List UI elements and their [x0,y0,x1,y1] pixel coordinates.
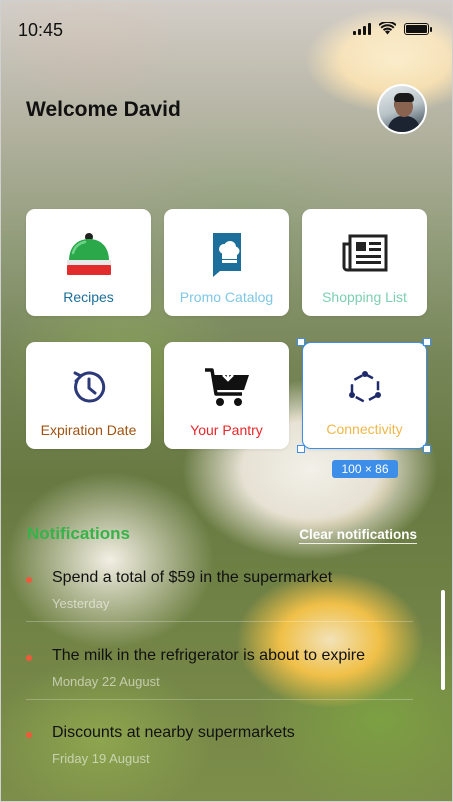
avatar[interactable] [377,84,427,134]
hexagon-connect-icon [347,365,383,411]
notification-text: Discounts at nearby supermarkets [52,724,295,741]
dimension-badge: 100 × 86 [332,460,398,478]
notification-date: Friday 19 August [52,751,150,766]
selection-handle[interactable] [297,338,305,346]
tile-expiration-date[interactable]: Expiration Date [26,342,151,449]
tile-label: Shopping List [322,289,407,305]
shopping-cart-icon [204,364,250,410]
newspaper-list-icon [342,231,388,277]
welcome-title: Welcome David [26,98,181,121]
tile-recipes[interactable]: Recipes [26,209,151,316]
selection-handle[interactable] [297,445,305,453]
notification-date: Yesterday [52,596,110,611]
tile-label: Expiration Date [40,422,137,438]
scrollbar[interactable] [441,590,445,690]
tile-label: Your Pantry [190,422,263,438]
tile-label: Connectivity [326,421,403,437]
selection-handle[interactable] [423,338,431,346]
catalog-book-icon [210,231,244,277]
tile-your-pantry[interactable]: Your Pantry [164,342,289,449]
status-time: 10:45 [18,20,64,40]
divider [26,699,413,700]
tile-connectivity[interactable]: Connectivity [302,342,427,449]
clock-rewind-icon [71,364,107,410]
chef-hat-icon [65,231,113,277]
notification-text: Spend a total of $59 in the supermarket [52,569,333,586]
tile-label: Promo Catalog [179,289,274,305]
status-icons [353,22,432,35]
battery-icon [404,22,432,35]
bullet-icon [26,732,32,738]
tile-label: Recipes [63,289,114,305]
tile-promo-catalog[interactable]: Promo Catalog [164,209,289,316]
signal-icon [353,22,371,35]
selection-handle[interactable] [423,445,431,453]
notification-text: The milk in the refrigerator is about to… [52,647,366,664]
divider [26,621,413,622]
bullet-icon [26,577,32,583]
tile-shopping-list[interactable]: Shopping List [302,209,427,316]
notifications-title: Notifications [27,524,130,543]
clear-notifications-link[interactable]: Clear notifications [299,527,417,544]
bullet-icon [26,655,32,661]
notification-date: Monday 22 August [52,674,160,689]
wifi-icon [379,22,396,35]
